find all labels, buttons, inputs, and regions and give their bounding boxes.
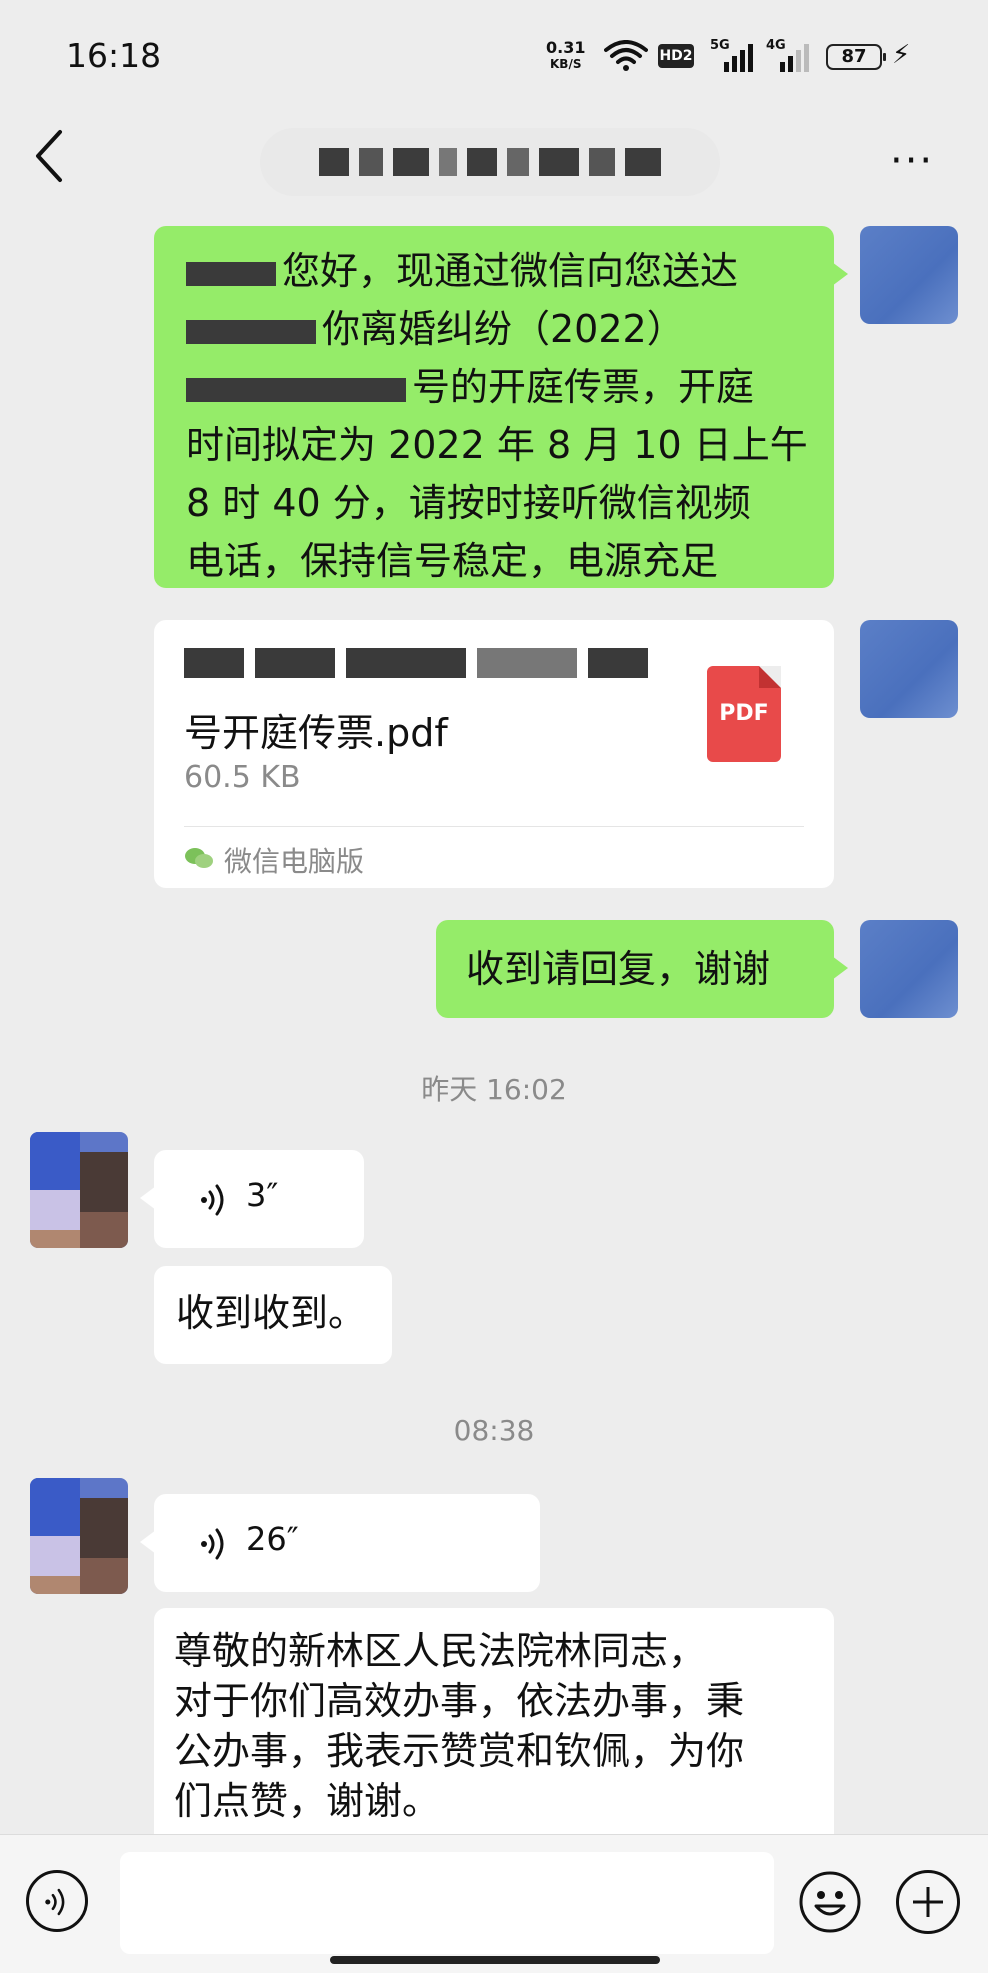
message-text: 您好，现通过微信向您送达 你离婚纠纷（2022） 号的开庭传票，开庭 时间拟定为… xyxy=(186,249,808,583)
home-indicator xyxy=(330,1956,660,1964)
signal-4g-icon: 4G xyxy=(766,38,810,74)
message-text: 尊敬的新林区人民法院林同志， 对于你们高效办事，依法办事，秉 公办事，我表示赞赏… xyxy=(174,1629,745,1823)
pdf-file-icon: PDF xyxy=(707,666,781,762)
more-icon[interactable]: ··· xyxy=(890,138,934,184)
voice-message-bubble[interactable]: 26″ xyxy=(140,1494,540,1592)
voice-message-bubble[interactable]: 3″ xyxy=(140,1150,364,1248)
signal-5g-icon: 5G xyxy=(710,38,754,74)
file-source: 微信电脑版 xyxy=(224,845,365,878)
voice-wave-icon xyxy=(201,1184,224,1216)
wifi-icon xyxy=(604,40,648,71)
file-name: 号开庭传票.pdf xyxy=(184,711,448,755)
charging-icon: ⚡ xyxy=(892,40,911,70)
file-size: 60.5 KB xyxy=(184,760,301,795)
file-message-card[interactable]: 号开庭传票.pdf 60.5 KB PDF 微信电脑版 xyxy=(154,620,834,888)
plus-button[interactable] xyxy=(896,1870,960,1934)
timestamp: 昨天 16:02 xyxy=(421,1073,567,1106)
self-avatar[interactable] xyxy=(860,620,958,718)
network-speed-unit: KB/S xyxy=(550,57,582,71)
network-speed: 0.31 KB/S xyxy=(546,40,585,72)
wechat-icon xyxy=(185,848,213,868)
contact-avatar[interactable] xyxy=(30,1132,128,1248)
voice-wave-icon xyxy=(45,1888,65,1916)
self-message-bubble[interactable]: 您好，现通过微信向您送达 你离婚纠纷（2022） 号的开庭传票，开庭 时间拟定为… xyxy=(154,226,848,588)
self-avatar[interactable] xyxy=(860,920,958,1018)
contact-avatar[interactable] xyxy=(30,1478,128,1594)
plus-icon xyxy=(913,1887,943,1917)
message-text: 收到请回复，谢谢 xyxy=(466,947,771,991)
hd-badge: HD2 xyxy=(658,44,694,68)
emoji-icon[interactable] xyxy=(798,1870,862,1934)
self-avatar[interactable] xyxy=(860,226,958,324)
message-text: 收到收到。 xyxy=(176,1291,367,1335)
voice-duration: 3″ xyxy=(246,1176,279,1214)
redacted-title xyxy=(319,144,661,180)
status-time: 16:18 xyxy=(66,36,162,75)
chevron-left-icon[interactable] xyxy=(30,126,70,186)
battery-indicator: 87 xyxy=(826,44,886,70)
timestamp: 08:38 xyxy=(453,1414,535,1447)
chat-title xyxy=(260,128,720,196)
divider xyxy=(184,826,804,827)
voice-duration: 26″ xyxy=(246,1520,299,1558)
message-input[interactable] xyxy=(120,1852,774,1954)
other-message-bubble[interactable]: 收到收到。 xyxy=(154,1266,392,1364)
network-speed-value: 0.31 xyxy=(546,38,586,57)
voice-wave-icon xyxy=(201,1528,224,1560)
voice-input-button[interactable] xyxy=(26,1870,88,1932)
self-message-bubble[interactable]: 收到请回复，谢谢 xyxy=(436,920,848,1018)
other-message-bubble[interactable]: 尊敬的新林区人民法院林同志， 对于你们高效办事，依法办事，秉 公办事，我表示赞赏… xyxy=(154,1608,834,1848)
redacted-file-name xyxy=(184,648,684,708)
